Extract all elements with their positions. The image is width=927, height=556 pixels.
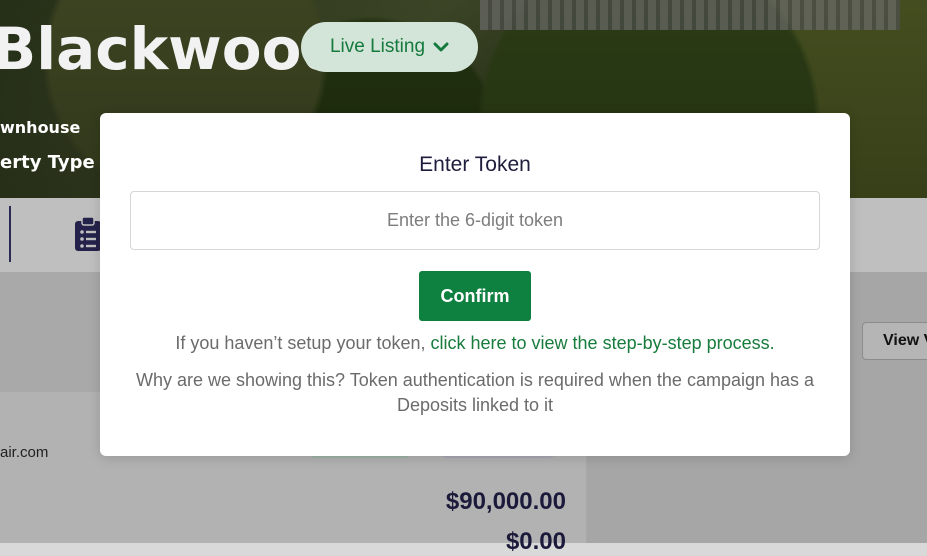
confirm-button[interactable]: Confirm (419, 271, 531, 321)
listing-status-dropdown[interactable]: Live Listing (301, 22, 478, 72)
amount-primary: $90,000.00 (445, 488, 566, 515)
property-type-label: erty Type (0, 152, 95, 173)
hero-roof-texture (480, 0, 900, 30)
token-setup-link[interactable]: click here to view the step-by-step proc… (431, 333, 775, 353)
token-help-prefix: If you haven’t setup your token, (175, 333, 431, 353)
tab-divider (9, 206, 11, 262)
amount-secondary: $0.00 (505, 528, 566, 555)
clipboard-list-icon[interactable] (74, 216, 102, 252)
token-help-text: If you haven’t setup your token, click h… (100, 333, 850, 354)
view-button[interactable]: View V (862, 322, 927, 360)
token-why-text: Why are we showing this? Token authentic… (135, 370, 815, 415)
contact-email: air.com (0, 444, 49, 461)
chevron-down-icon (433, 38, 449, 57)
listing-status-label: Live Listing (329, 36, 426, 57)
property-title: Blackwood (0, 15, 343, 83)
modal-title: Enter Token (419, 153, 531, 176)
property-subtype: wnhouse (0, 118, 81, 137)
token-input[interactable] (130, 191, 820, 250)
